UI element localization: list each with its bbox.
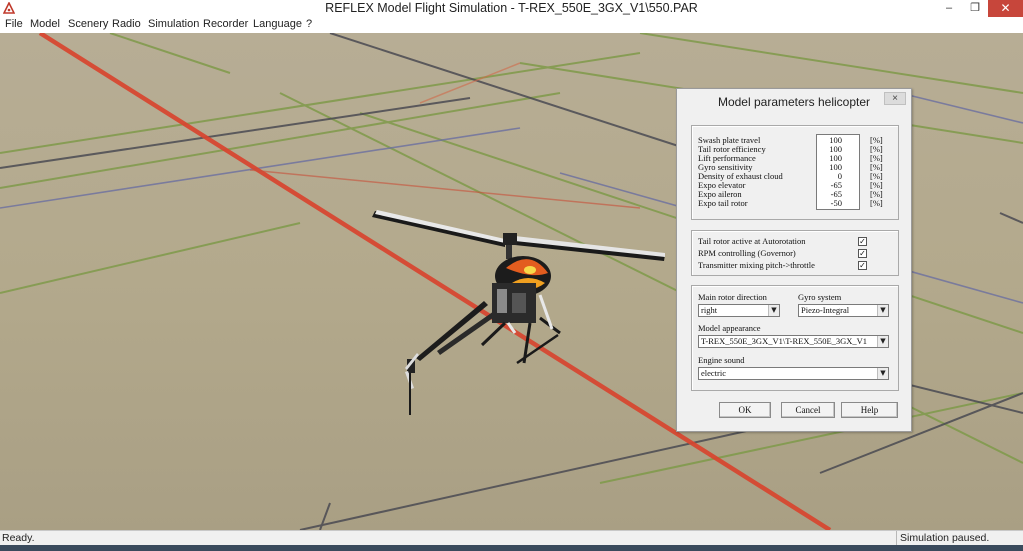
model-settings-group: Main rotor direction right ▼ Gyro system… [691, 285, 899, 391]
menu-language[interactable]: Language [253, 18, 302, 30]
select-value: right [701, 305, 718, 315]
option-label: Transmitter mixing pitch->throttle [698, 260, 815, 270]
param-row-expo-tail-rotor: Expo tail rotor -50 [%] [698, 199, 894, 208]
maximize-button[interactable]: ❐ [962, 0, 988, 17]
close-window-button[interactable]: ✕ [988, 0, 1023, 17]
option-pitch-throttle-mixing: Transmitter mixing pitch->throttle ✓ [698, 260, 894, 271]
taskbar [0, 545, 1023, 551]
model-appearance-label: Model appearance [698, 323, 761, 333]
gyro-system-select[interactable]: Piezo-Integral ▼ [798, 304, 889, 317]
rotor-direction-select[interactable]: right ▼ [698, 304, 780, 317]
select-value: Piezo-Integral [801, 305, 850, 315]
close-icon: × [892, 93, 898, 104]
dialog-title: Model parameters helicopter [717, 95, 871, 109]
option-label: RPM controlling (Governor) [698, 248, 796, 258]
option-label: Tail rotor active at Autorotation [698, 236, 806, 246]
dialog-close-button[interactable]: × [884, 92, 906, 105]
engine-sound-select[interactable]: electric ▼ [698, 367, 889, 380]
parameters-group: Swash plate travel 100 [%] Tail rotor ef… [691, 125, 899, 220]
engine-sound-label: Engine sound [698, 355, 745, 365]
checkbox[interactable]: ✓ [858, 249, 867, 258]
chevron-down-icon: ▼ [877, 305, 888, 316]
maximize-icon: ❐ [970, 2, 980, 14]
select-value: electric [701, 368, 727, 378]
menu-help[interactable]: ? [306, 18, 312, 30]
model-parameters-dialog: Model parameters helicopter × Swash plat… [676, 88, 912, 432]
chevron-down-icon: ▼ [877, 336, 888, 347]
window-title: REFLEX Model Flight Simulation - T-REX_5… [325, 1, 698, 15]
param-unit: [%] [870, 198, 883, 208]
option-autorotation-tail-rotor: Tail rotor active at Autorotation ✓ [698, 236, 894, 247]
menu-recorder[interactable]: Recorder [203, 18, 248, 30]
menu-scenery[interactable]: Scenery [68, 18, 108, 30]
checkbox[interactable]: ✓ [858, 261, 867, 270]
gyro-system-label: Gyro system [798, 292, 842, 302]
close-icon: ✕ [1000, 1, 1011, 15]
menu-model[interactable]: Model [30, 18, 60, 30]
option-rpm-governor: RPM controlling (Governor) ✓ [698, 248, 894, 259]
cancel-button[interactable]: Cancel [781, 402, 835, 418]
checkbox[interactable]: ✓ [858, 237, 867, 246]
options-group: Tail rotor active at Autorotation ✓ RPM … [691, 230, 899, 276]
title-bar: REFLEX Model Flight Simulation - T-REX_5… [0, 0, 1023, 17]
help-button[interactable]: Help [841, 402, 898, 418]
chevron-down-icon: ▼ [877, 368, 888, 379]
rotor-direction-label: Main rotor direction [698, 292, 767, 302]
menu-file[interactable]: File [5, 18, 23, 30]
status-bar: Ready. Simulation paused. [0, 530, 1023, 545]
ok-button[interactable]: OK [719, 402, 771, 418]
select-value: T-REX_550E_3GX_V1\T-REX_550E_3GX_V1 [701, 336, 868, 346]
menu-radio[interactable]: Radio [112, 18, 141, 30]
menu-simulation[interactable]: Simulation [148, 18, 199, 30]
minimize-icon: – [945, 2, 953, 14]
menu-bar: File Model Scenery Radio Simulation Reco… [0, 17, 1023, 33]
minimize-button[interactable]: – [936, 0, 962, 17]
status-text: Ready. [2, 532, 35, 544]
model-appearance-select[interactable]: T-REX_550E_3GX_V1\T-REX_550E_3GX_V1 ▼ [698, 335, 889, 348]
param-value-input[interactable]: -50 [818, 199, 842, 208]
chevron-down-icon: ▼ [768, 305, 779, 316]
param-label: Expo tail rotor [698, 198, 748, 208]
simulation-status: Simulation paused. [896, 531, 1023, 545]
